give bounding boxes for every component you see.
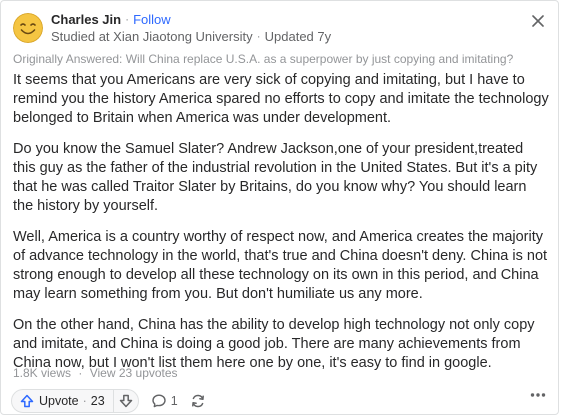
view-upvotes-link[interactable]: View 23 upvotes bbox=[90, 366, 178, 380]
comment-count: 1 bbox=[170, 394, 178, 408]
downvote-arrow-icon bbox=[119, 394, 132, 408]
comment-button[interactable]: 1 bbox=[151, 393, 178, 409]
more-options-button[interactable] bbox=[530, 392, 546, 398]
upvote-count: 23 bbox=[90, 394, 105, 408]
credential-text: Studied at Xian Jiaotong University bbox=[51, 29, 253, 44]
answer-stats: 1.8K views · View 23 upvotes bbox=[13, 366, 178, 380]
answer-card: Charles Jin · Follow Studied at Xian Jia… bbox=[0, 0, 559, 415]
downvote-button[interactable] bbox=[112, 390, 138, 412]
avatar[interactable] bbox=[13, 13, 43, 43]
vote-pill: Upvote · 23 bbox=[11, 389, 139, 413]
answer-header: Charles Jin · Follow Studied at Xian Jia… bbox=[13, 11, 331, 45]
answer-paragraph: On the other hand, China has the ability… bbox=[13, 317, 535, 371]
share-cycle-icon bbox=[191, 394, 204, 408]
author-name[interactable]: Charles Jin bbox=[51, 11, 121, 28]
answer-paragraph: Well, America is a country worthy of res… bbox=[13, 229, 548, 302]
upvote-label: Upvote bbox=[39, 394, 79, 408]
credential-line: Studied at Xian Jiaotong University · Up… bbox=[51, 28, 331, 45]
separator-dot: · bbox=[256, 29, 261, 43]
updated-timestamp[interactable]: Updated 7y bbox=[265, 28, 332, 45]
answer-paragraph: Do you know the Samuel Slater? Andrew Ja… bbox=[13, 141, 538, 214]
close-button[interactable] bbox=[528, 11, 548, 31]
close-icon bbox=[532, 15, 544, 27]
separator-dot: · bbox=[78, 366, 83, 380]
follow-button[interactable]: Follow bbox=[133, 11, 171, 28]
comment-bubble-icon bbox=[151, 394, 166, 408]
upvote-button[interactable]: Upvote · 23 bbox=[12, 390, 113, 412]
separator-dot: · bbox=[82, 394, 87, 408]
answer-body: It seems that you Americans are very sic… bbox=[13, 71, 549, 385]
upvote-arrow-icon bbox=[20, 394, 34, 408]
author-info: Charles Jin · Follow Studied at Xian Jia… bbox=[51, 11, 331, 45]
separator-dot: · bbox=[125, 12, 130, 26]
action-bar: Upvote · 23 1 bbox=[11, 389, 206, 413]
view-count: 1.8K views bbox=[13, 366, 72, 380]
answer-paragraph: It seems that you Americans are very sic… bbox=[13, 72, 549, 126]
original-question[interactable]: Originally Answered: Will China replace … bbox=[13, 52, 513, 66]
author-line: Charles Jin · Follow bbox=[51, 11, 331, 28]
share-button[interactable] bbox=[190, 393, 206, 409]
more-dots-icon bbox=[530, 393, 546, 397]
